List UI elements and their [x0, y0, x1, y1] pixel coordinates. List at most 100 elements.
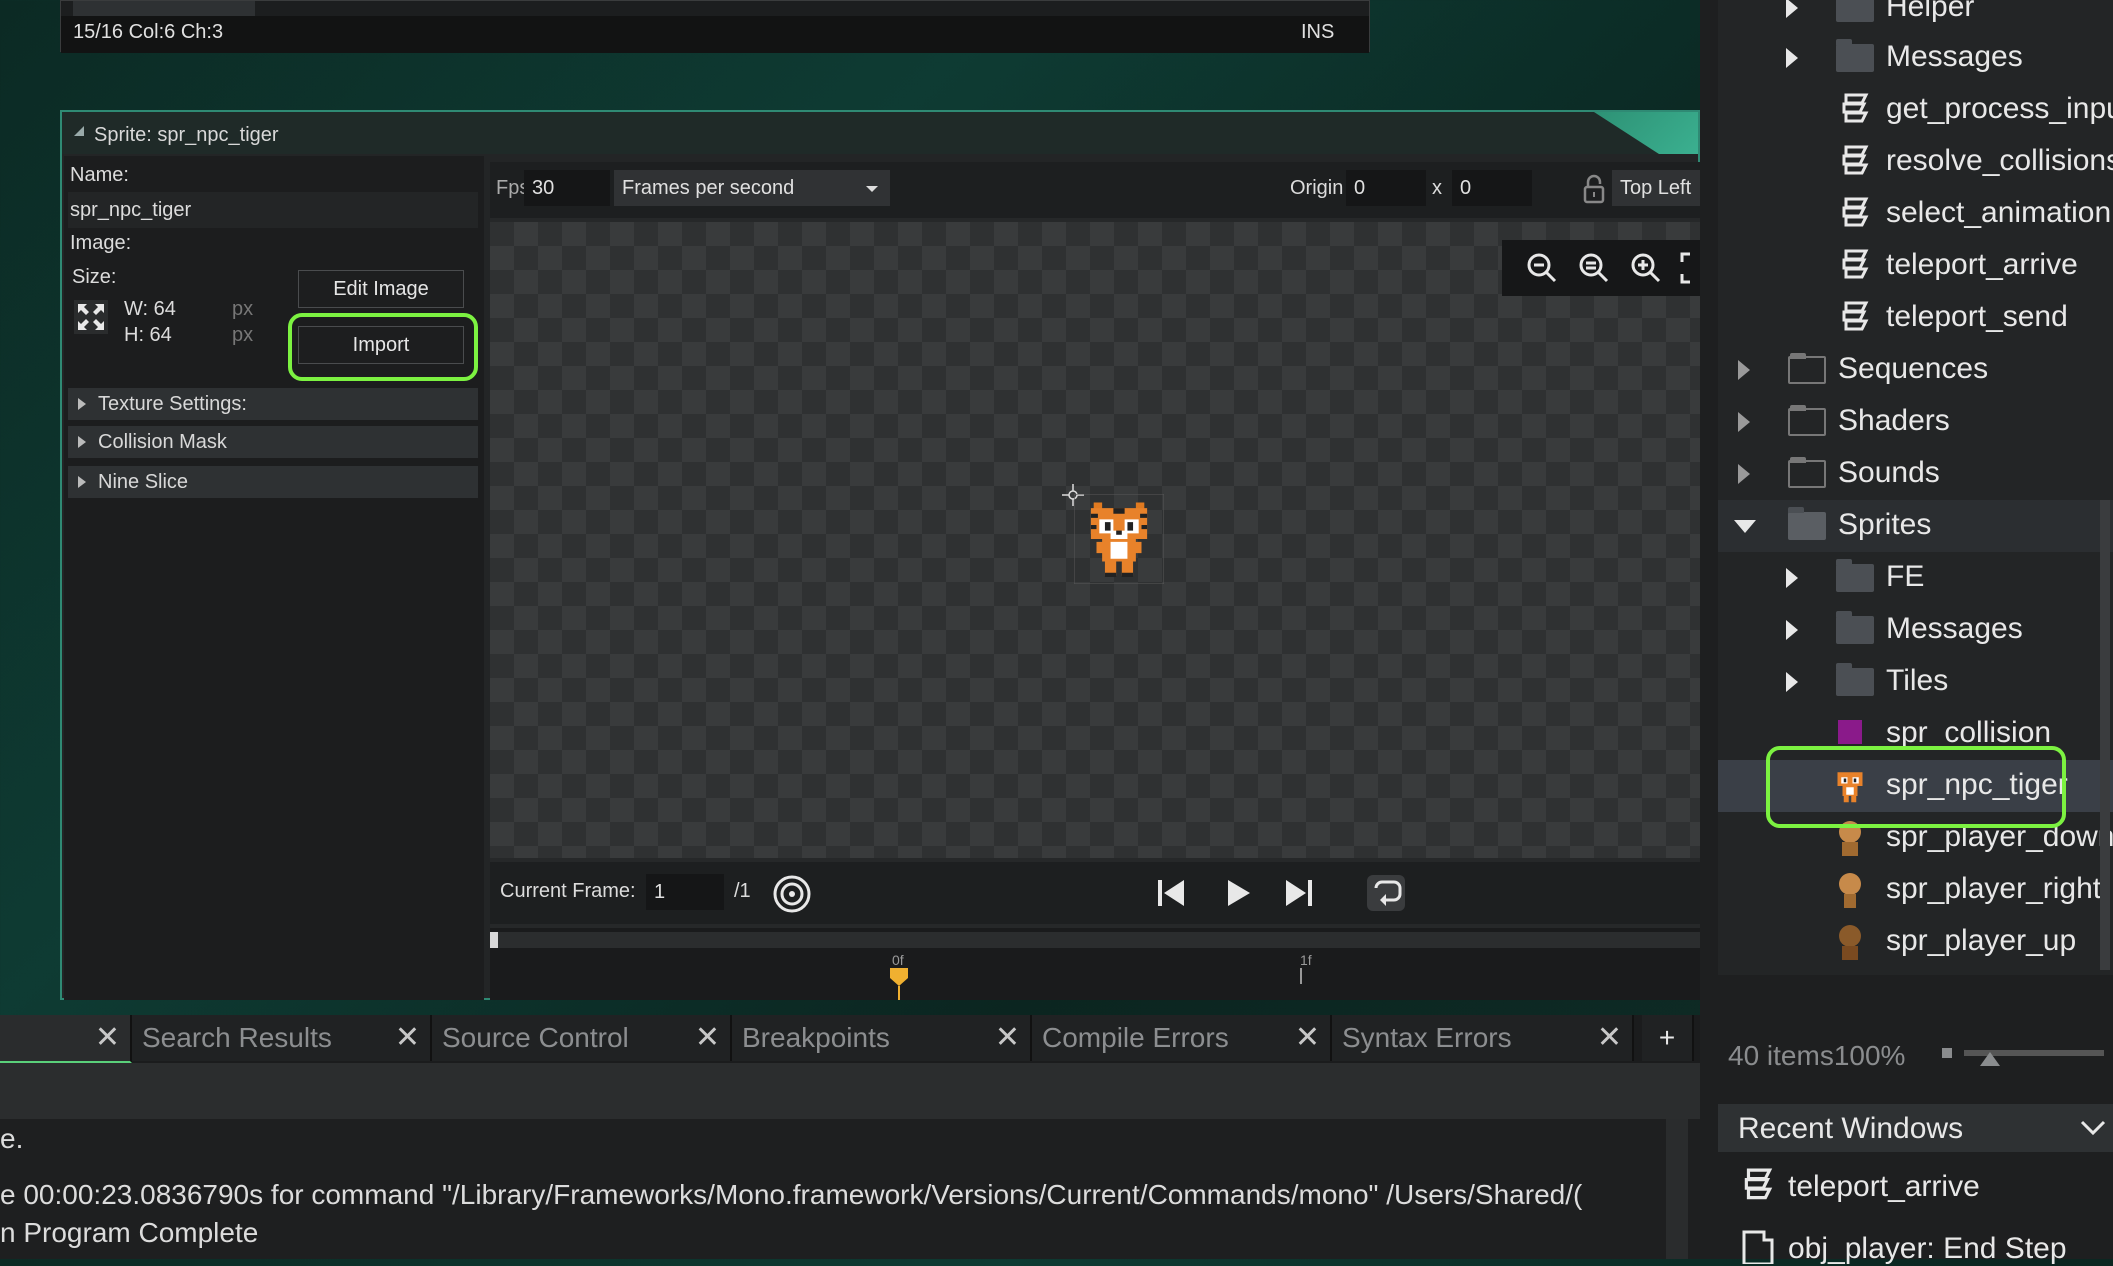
timeline-scroll-handle[interactable]: [490, 932, 498, 948]
height-value: H: 64: [124, 324, 172, 346]
sprite-editor-title: Sprite: spr_npc_tiger: [94, 124, 279, 146]
onion-skin-icon[interactable]: [772, 874, 812, 914]
edit-image-button[interactable]: Edit Image: [298, 270, 464, 308]
asset-tree: Helper Messages get_process_input resolv…: [1718, 0, 2113, 975]
expand-arrow-icon[interactable]: [1738, 412, 1750, 432]
tree-scrollbar[interactable]: [2100, 500, 2110, 970]
tree-folder-fe[interactable]: FE: [1718, 552, 2113, 604]
tree-group-sequences[interactable]: Sequences: [1718, 344, 2113, 396]
folder-icon: [1788, 353, 1826, 384]
folder-open-icon: [1788, 507, 1826, 540]
add-tab-button[interactable]: +: [1642, 1015, 1694, 1061]
tab-compile-errors[interactable]: Compile Errors ✕: [1032, 1015, 1332, 1061]
tree-script-resolve-collisions[interactable]: resolve_collisions: [1718, 136, 2113, 188]
tree-script-select-animation[interactable]: select_animation: [1718, 188, 2113, 240]
section-label: Collision Mask: [98, 431, 227, 453]
expand-arrow-icon[interactable]: [1738, 464, 1750, 484]
code-status-bar: 15/16 Col:6 Ch:3 INS: [61, 16, 1369, 53]
tree-group-shaders[interactable]: Shaders: [1718, 396, 2113, 448]
recent-windows-header[interactable]: Recent Windows: [1718, 1104, 2113, 1152]
tree-group-sounds[interactable]: Sounds: [1718, 448, 2113, 500]
timeline-scrollbar[interactable]: [490, 932, 1702, 948]
tree-sprite-spr-player-right[interactable]: spr_player_right: [1718, 864, 2113, 916]
zoom-out-icon[interactable]: [1524, 250, 1560, 286]
zoom-reset-icon[interactable]: [1576, 250, 1612, 286]
current-frame-input[interactable]: 1: [646, 874, 724, 910]
script-icon: [1842, 197, 1869, 227]
timeline[interactable]: 0f 1f: [490, 928, 1702, 1000]
origin-y-input[interactable]: 0: [1452, 170, 1532, 206]
name-label: Name:: [70, 164, 129, 186]
playhead-marker-icon[interactable]: [888, 966, 910, 1000]
sprite-preview-image: [1074, 494, 1164, 584]
image-label: Image:: [70, 232, 132, 254]
tree-script-teleport-send[interactable]: teleport_send: [1718, 292, 2113, 344]
tree-folder-tiles[interactable]: Tiles: [1718, 656, 2113, 708]
playback-bar: Current Frame: 1 /1: [490, 862, 1702, 924]
tab-search-results[interactable]: Search Results ✕: [132, 1015, 432, 1061]
tree-label: spr_collision: [1886, 716, 2052, 749]
tab-syntax-errors[interactable]: Syntax Errors ✕: [1332, 1015, 1634, 1061]
tree-label: Sprites: [1838, 508, 1932, 541]
frame-total: /1: [734, 880, 751, 902]
origin-preset-select[interactable]: Top Left: [1612, 170, 1712, 206]
skip-to-start-icon[interactable]: [1154, 876, 1188, 910]
skip-to-end-icon[interactable]: [1282, 876, 1316, 910]
tab-breakpoints[interactable]: Breakpoints ✕: [732, 1015, 1032, 1061]
tree-folder-messages-sprites[interactable]: Messages: [1718, 604, 2113, 656]
close-icon[interactable]: ✕: [695, 1015, 720, 1061]
close-icon[interactable]: ✕: [395, 1015, 420, 1061]
resize-grip-icon[interactable]: [74, 126, 84, 136]
expand-arrow-icon[interactable]: [1786, 672, 1798, 692]
code-editor-bar: 15/16 Col:6 Ch:3 INS: [60, 0, 1370, 53]
expand-arrow-icon[interactable]: [1786, 48, 1798, 68]
collision-mask-section[interactable]: Collision Mask: [68, 426, 478, 458]
tab-output[interactable]: ✕: [0, 1015, 132, 1063]
chevron-down-icon[interactable]: [2080, 1120, 2106, 1136]
tab-label: Syntax Errors: [1342, 1022, 1512, 1053]
output-line: e 00:00:23.0836790s for command "/Librar…: [0, 1179, 1583, 1210]
tree-sprite-spr-player-up[interactable]: spr_player_up: [1718, 916, 2113, 968]
close-icon[interactable]: ✕: [1597, 1015, 1622, 1061]
close-icon[interactable]: ✕: [95, 1015, 120, 1061]
play-icon[interactable]: [1220, 876, 1254, 910]
chevron-down-icon: [866, 186, 878, 192]
name-field[interactable]: spr_npc_tiger: [68, 192, 478, 228]
cursor-position: 15/16 Col:6 Ch:3: [73, 21, 224, 43]
expand-arrow-icon[interactable]: [1786, 0, 1798, 18]
sprite-editor-titlebar[interactable]: Sprite: spr_npc_tiger: [62, 112, 1698, 154]
lock-icon[interactable]: [1582, 174, 1606, 204]
tree-label: spr_player_up: [1886, 924, 2077, 957]
sprite-canvas[interactable]: [490, 222, 1712, 858]
nine-slice-section[interactable]: Nine Slice: [68, 466, 478, 498]
tree-script-get-process-input[interactable]: get_process_input: [1718, 84, 2113, 136]
output-scrollbar[interactable]: [1666, 1119, 1688, 1259]
tree-script-teleport-arrive[interactable]: teleport_arrive: [1718, 240, 2113, 292]
recent-item[interactable]: obj_player: End Step: [1788, 1232, 2067, 1266]
resize-icon[interactable]: [74, 300, 108, 334]
origin-x-separator: x: [1432, 177, 1442, 199]
expand-arrow-icon[interactable]: [1786, 568, 1798, 588]
tree-folder-helper[interactable]: Helper: [1718, 0, 2113, 34]
expand-arrow-icon[interactable]: [1786, 620, 1798, 640]
collapse-arrow-icon[interactable]: [1734, 520, 1756, 533]
zoom-in-icon[interactable]: [1628, 250, 1664, 286]
texture-settings-section[interactable]: Texture Settings:: [68, 388, 478, 420]
fps-mode-select[interactable]: Frames per second: [614, 170, 890, 206]
output-console[interactable]: e. e 00:00:23.0836790s for command "/Lib…: [0, 1119, 1700, 1259]
recent-item[interactable]: teleport_arrive: [1788, 1170, 1980, 1204]
tree-folder-messages[interactable]: Messages: [1718, 32, 2113, 84]
code-editor-tab-stub[interactable]: [73, 1, 255, 17]
close-icon[interactable]: ✕: [995, 1015, 1020, 1061]
origin-x-input[interactable]: 0: [1346, 170, 1426, 206]
tree-group-sprites[interactable]: Sprites: [1718, 500, 2113, 552]
expand-arrow-icon[interactable]: [1738, 360, 1750, 380]
close-icon[interactable]: ✕: [1295, 1015, 1320, 1061]
height-unit: px: [232, 324, 254, 346]
fps-input[interactable]: 30: [524, 170, 610, 206]
loop-icon[interactable]: [1366, 874, 1406, 912]
player-thumbnail-icon: [1839, 873, 1861, 908]
tab-source-control[interactable]: Source Control ✕: [432, 1015, 732, 1061]
zoom-slider-thumb[interactable]: [1980, 1052, 2000, 1066]
width-unit: px: [232, 298, 254, 320]
